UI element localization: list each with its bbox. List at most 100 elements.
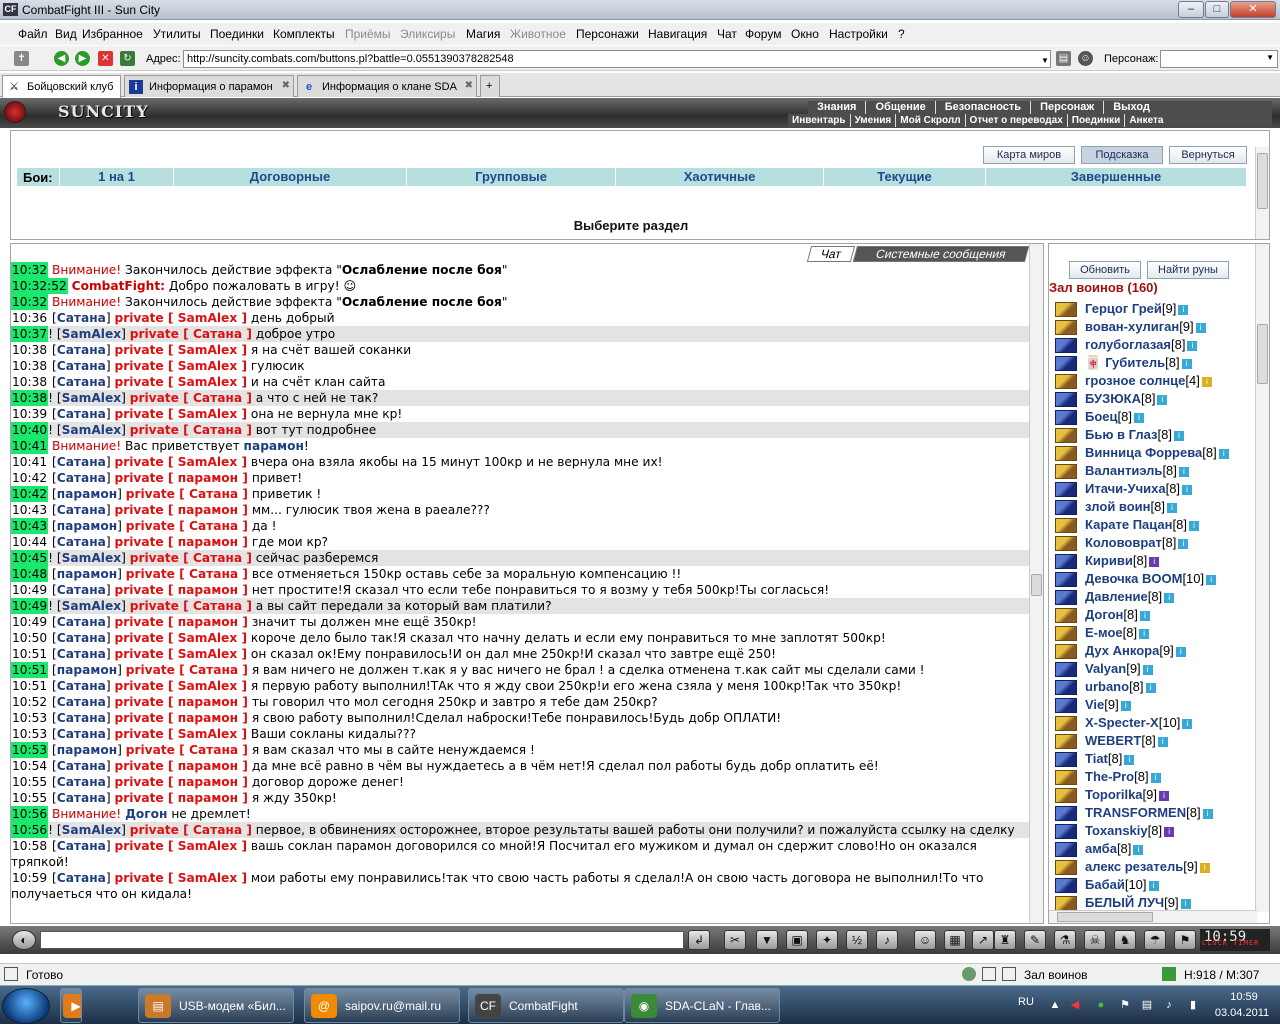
recipient-nick[interactable]: SamAlex [178,343,237,357]
recipient-nick[interactable]: Сатана [193,599,242,613]
player-name[interactable]: The-Pro [1085,769,1134,784]
player-name[interactable]: WEBERT [1085,733,1141,748]
scroll-thumb[interactable] [1257,324,1268,384]
battle-group-link[interactable]: Групповые [406,168,615,186]
player-row[interactable]: Tiat[8] i [1053,750,1253,768]
maximize-button[interactable]: □ [1205,1,1229,18]
sender-nick[interactable]: Сатана [57,583,106,597]
system-messages-tab[interactable]: Системные сообщения [852,246,1030,262]
new-tab-button[interactable]: + [480,75,500,97]
private-marker[interactable]: private [ SamAlex ] [115,311,248,325]
recipient-nick[interactable]: Сатана [193,551,242,565]
player-name[interactable]: Дух Анкора [1085,643,1159,658]
language-indicator[interactable]: RU [1018,996,1034,1008]
close-button[interactable]: ✕ [1230,1,1276,18]
recipient-nick[interactable]: Сатана [193,391,242,405]
menu-item[interactable]: Животное [510,27,566,41]
private-marker[interactable]: private [ SamAlex ] [115,359,248,373]
private-marker[interactable]: private [ SamAlex ] [115,631,248,645]
chat-mode-icon[interactable]: ◐ [12,930,36,950]
top-nav-link[interactable]: Анкета [1124,114,1167,127]
player-name[interactable]: амба [1085,841,1117,856]
menu-item[interactable]: Окно [791,27,819,41]
taskbar-item[interactable]: ▤ USB-модем «Бил... [138,988,294,1023]
battle-1v1-link[interactable]: 1 на 1 [59,168,173,186]
sender-nick[interactable]: парамон [57,743,117,757]
toolbar-icon[interactable]: ☂ [1144,930,1166,950]
player-name[interactable]: Губитель [1105,355,1165,370]
player-info-icon[interactable]: i [1180,898,1191,909]
player-info-icon[interactable]: i [1142,664,1153,675]
scroll-thumb[interactable] [1257,153,1268,209]
player-row[interactable]: Дух Анкора[9] i [1053,642,1253,660]
menu-item[interactable]: Персонажи [576,27,639,41]
sender-nick[interactable]: Сатана [57,455,106,469]
private-marker[interactable]: private [ Сатана ] [126,743,248,757]
sender-nick[interactable]: Сатана [57,503,106,517]
address-dropdown-icon[interactable]: ▼ [1040,53,1050,68]
sender-nick[interactable]: Сатана [57,839,106,853]
private-marker[interactable]: private [ SamAlex ] [115,647,248,661]
private-marker[interactable]: private [ SamAlex ] [115,407,248,421]
player-row[interactable]: The-Pro[8] i [1053,768,1253,786]
private-marker[interactable]: private [ SamAlex ] [115,871,248,885]
sender-nick[interactable]: Сатана [57,695,106,709]
toolbar-icon[interactable]: ↲ [688,930,710,950]
sender-nick[interactable]: Сатана [57,791,106,805]
player-info-icon[interactable]: i [1202,808,1213,819]
private-marker[interactable]: private [ SamAlex ] [115,839,248,853]
top-nav-link[interactable]: Общение [865,101,934,114]
player-info-icon[interactable]: i [1218,448,1229,459]
toolbar-icon[interactable]: ♪ [876,930,898,950]
player-name[interactable]: urbano [1085,679,1129,694]
player-name[interactable]: Tiat [1085,751,1108,766]
private-marker[interactable]: private [ парамон ] [115,759,248,773]
battle-chaotic-link[interactable]: Хаотичные [615,168,823,186]
private-marker[interactable]: private [ парамон ] [115,535,248,549]
player-info-icon[interactable]: i [1167,502,1177,513]
sender-nick[interactable]: парамон [57,487,117,501]
sender-nick[interactable]: SamAlex [62,423,121,437]
volume-icon[interactable]: ◀ [1068,998,1082,1012]
player-info-icon[interactable]: i [1148,880,1159,891]
recipient-nick[interactable]: парамон [178,535,238,549]
sender-nick[interactable]: Сатана [57,343,106,357]
player-name[interactable]: Е-мое [1085,625,1123,640]
player-info-icon[interactable]: i [1120,700,1131,711]
player-name[interactable]: Девочка BOOM [1085,571,1182,586]
sender-nick[interactable]: SamAlex [62,551,121,565]
player-info-icon[interactable]: i [1124,754,1135,765]
player-info-icon[interactable]: i [1173,430,1184,441]
private-marker[interactable]: private [ Сатана ] [126,663,248,677]
return-button[interactable]: Вернуться [1169,146,1247,164]
player-row[interactable]: БУЗЮКА[8] i [1053,390,1253,408]
scroll-thumb[interactable] [1031,574,1042,596]
sound-icon[interactable]: ♪ [1162,998,1176,1012]
player-row[interactable]: вован-хулиган[9] i [1053,318,1253,336]
player-name[interactable]: Итачи-Учиха [1085,481,1166,496]
player-row[interactable]: Валантиэль[8] i [1053,462,1253,480]
start-button[interactable] [2,988,50,1024]
top-nav-link[interactable]: Отчет о переводах [964,114,1067,127]
media-player-taskbar-icon[interactable]: ▶ [60,988,82,1023]
pin-icon[interactable]: ✝ [14,51,29,66]
player-name[interactable]: голубоглазая [1085,337,1171,352]
recipient-nick[interactable]: парамон [178,759,238,773]
menu-item[interactable]: Файл [18,27,48,41]
tab-info-paramon[interactable]: i Информация о парамон ✖ [124,75,294,97]
flag-icon[interactable]: ⚑ [1118,998,1132,1012]
player-row[interactable]: Valyan[9] i [1053,660,1253,678]
toolbar-icon[interactable]: ▣ [786,930,808,950]
sender-nick[interactable]: Сатана [57,535,106,549]
player-row[interactable]: Е-мое[8] i [1053,624,1253,642]
player-row[interactable]: Винница Форрева[8] i [1053,444,1253,462]
sender-nick[interactable]: Сатана [57,311,106,325]
toolbar-icon[interactable]: ▼ [756,930,778,950]
recipient-nick[interactable]: парамон [178,471,238,485]
private-marker[interactable]: private [ SamAlex ] [115,727,248,741]
toolbar-icon[interactable]: ☺ [914,930,936,950]
recipient-nick[interactable]: Сатана [189,519,238,533]
player-row[interactable]: алекс резатель[9] i [1053,858,1253,876]
recipient-nick[interactable]: парамон [178,775,238,789]
top-nav-link[interactable]: Безопасность [934,101,1030,114]
